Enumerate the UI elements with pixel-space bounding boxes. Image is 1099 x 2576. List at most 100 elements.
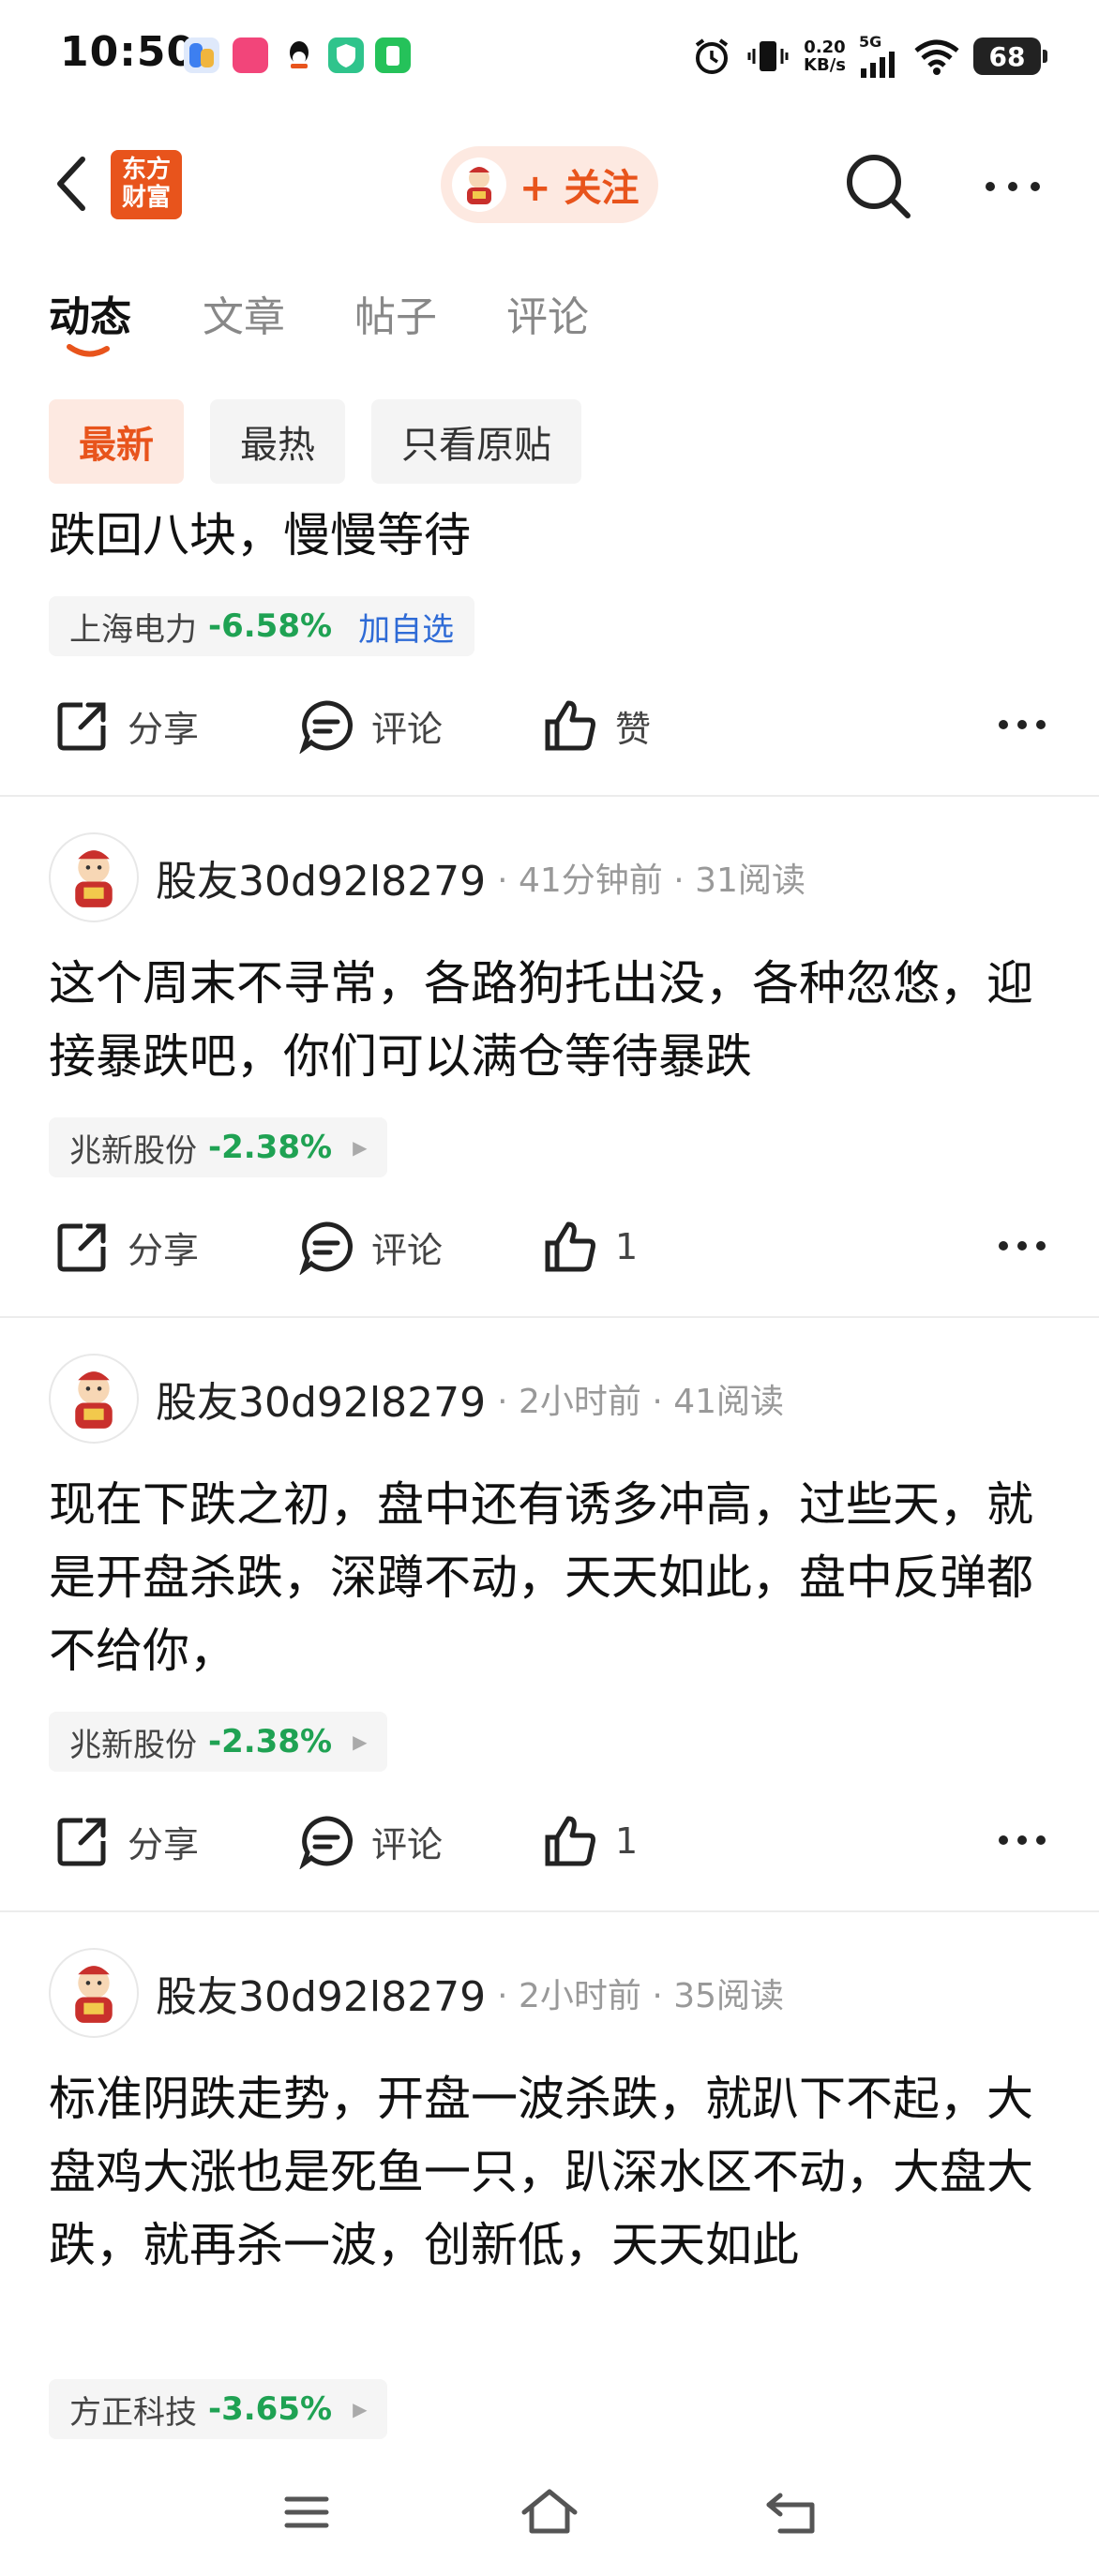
post-header: 股友30d92l8279 · 2小时前 · 41阅读	[49, 1354, 784, 1444]
like-icon	[545, 1221, 595, 1272]
filter-original-only[interactable]: 只看原贴	[371, 399, 581, 484]
net-speed: 0.20 KB/s	[804, 38, 846, 74]
comment-icon	[299, 1816, 354, 1869]
comment-label: 评论	[371, 1823, 444, 1865]
stock-tag[interactable]: 方正科技 -3.65% ▶	[49, 2379, 388, 2439]
like-button[interactable]: 赞	[542, 688, 651, 763]
tab-dynamic[interactable]: 动态	[49, 283, 131, 343]
tab-posts[interactable]: 帖子	[354, 283, 437, 343]
system-nav-bar	[0, 2456, 1099, 2576]
home-icon[interactable]	[517, 2484, 582, 2540]
stock-name: 兆新股份	[69, 1131, 197, 1170]
post-more-icon[interactable]	[994, 1222, 1050, 1269]
avatar[interactable]	[49, 832, 139, 922]
comment-icon	[299, 1221, 354, 1275]
comment-button[interactable]: 评论	[298, 688, 443, 763]
post-header: 股友30d92l8279 · 41分钟前 · 31阅读	[49, 832, 805, 922]
like-button[interactable]: 1	[542, 1209, 638, 1284]
notification-shield-icon	[328, 37, 364, 73]
author-avatar	[452, 157, 506, 212]
stock-change: -3.65%	[208, 2390, 333, 2428]
sort-filters: 最新 最热 只看原贴	[49, 399, 581, 484]
post-body[interactable]: 跌回八块，慢慢等待	[49, 499, 1052, 572]
post-actions: 分享 评论 1	[0, 1209, 1099, 1284]
more-button[interactable]	[979, 163, 1046, 210]
comment-button[interactable]: 评论	[298, 1804, 443, 1879]
avatar[interactable]	[49, 1354, 139, 1444]
stock-change: -6.58%	[208, 607, 333, 645]
avatar[interactable]	[49, 1948, 139, 2038]
like-icon	[545, 1816, 595, 1866]
logo-text-line1: 东方	[121, 156, 171, 184]
post-body[interactable]: 这个周末不寻常，各路狗托出没，各种忽悠，迎接暴跌吧，你们可以满仓等待暴跌	[49, 947, 1052, 1093]
like-count: 1	[615, 1226, 639, 1267]
status-bar: 10:50 0.20 KB/s 5G 68	[0, 0, 1099, 112]
tab-comments[interactable]: 评论	[506, 283, 589, 343]
post-more-icon[interactable]	[994, 1817, 1050, 1864]
post-body[interactable]: 现在下跌之初，盘中还有诱多冲高，过些天，就是开盘杀跌，深蹲不动，天天如此，盘中反…	[49, 1468, 1052, 1687]
arrow-right-icon: ▶	[353, 2398, 368, 2420]
signal-icon: 5G	[859, 35, 900, 78]
wifi-icon	[913, 37, 960, 75]
post-more-icon[interactable]	[994, 701, 1050, 748]
logo-text-line2: 财富	[121, 184, 171, 212]
filter-latest[interactable]: 最新	[49, 399, 184, 484]
back-icon	[57, 157, 85, 211]
notification-app-icon-1	[184, 37, 219, 73]
like-icon	[545, 700, 595, 751]
search-icon	[847, 155, 911, 218]
divider	[0, 1316, 1099, 1318]
profile-tabs: 动态 文章 帖子 评论	[0, 277, 1099, 362]
author-name[interactable]: 股友30d92l8279	[156, 847, 486, 907]
share-icon	[57, 702, 106, 751]
menu-icon[interactable]	[274, 2484, 339, 2540]
post-header: 股友30d92l8279 · 2小时前 · 35阅读	[49, 1948, 784, 2038]
stock-tag[interactable]: 上海电力 -6.58% 加自选	[49, 596, 475, 656]
stock-tag[interactable]: 兆新股份 -2.38% ▶	[49, 1117, 388, 1177]
comment-button[interactable]: 评论	[298, 1209, 443, 1284]
share-button[interactable]: 分享	[54, 1804, 199, 1879]
like-label: 赞	[615, 708, 652, 750]
network-type: 5G	[859, 33, 882, 51]
vibrate-icon	[745, 36, 790, 77]
net-speed-value: 0.20	[804, 37, 846, 57]
comment-label: 评论	[371, 1229, 444, 1271]
share-label: 分享	[128, 1823, 200, 1865]
tab-articles[interactable]: 文章	[203, 283, 285, 343]
status-time: 10:50	[60, 28, 197, 76]
arrow-right-icon: ▶	[353, 1730, 368, 1753]
notification-app-icon-2	[233, 37, 268, 73]
author-name[interactable]: 股友30d92l8279	[156, 1963, 486, 2023]
more-icon	[986, 182, 1040, 191]
back-nav-icon[interactable]	[760, 2484, 825, 2540]
stock-name: 兆新股份	[69, 1726, 197, 1764]
notification-clipboard-icon	[375, 37, 411, 73]
author-name[interactable]: 股友30d92l8279	[156, 1369, 486, 1429]
share-button[interactable]: 分享	[54, 688, 199, 763]
add-watchlist-link[interactable]: 加自选	[358, 604, 454, 650]
post-body[interactable]: 标准阴跌走势，开盘一波杀跌，就趴下不起，大盘鸡大涨也是死鱼一只，趴深水区不动，大…	[49, 2062, 1052, 2282]
stock-change: -2.38%	[208, 1129, 333, 1166]
follow-label: + 关注	[519, 167, 640, 210]
battery-indicator: 68	[973, 37, 1047, 75]
net-speed-unit: KB/s	[804, 55, 846, 75]
share-button[interactable]: 分享	[54, 1209, 199, 1284]
divider	[0, 795, 1099, 797]
post-meta: · 2小时前 · 41阅读	[497, 1383, 785, 1421]
comment-label: 评论	[371, 708, 444, 750]
like-button[interactable]: 1	[542, 1804, 638, 1879]
stock-tag[interactable]: 兆新股份 -2.38% ▶	[49, 1712, 388, 1772]
back-button[interactable]	[47, 154, 103, 214]
comment-icon	[299, 700, 354, 754]
follow-button[interactable]: + 关注	[441, 146, 658, 223]
post-actions: 分享 评论 赞	[0, 688, 1099, 763]
share-icon	[57, 1818, 106, 1866]
share-icon	[57, 1223, 106, 1272]
stock-name: 方正科技	[69, 2393, 197, 2432]
search-button[interactable]	[842, 150, 917, 225]
filter-hot[interactable]: 最热	[210, 399, 345, 484]
share-label: 分享	[128, 708, 200, 750]
like-count: 1	[615, 1820, 639, 1862]
share-label: 分享	[128, 1229, 200, 1271]
alarm-icon	[691, 36, 732, 77]
